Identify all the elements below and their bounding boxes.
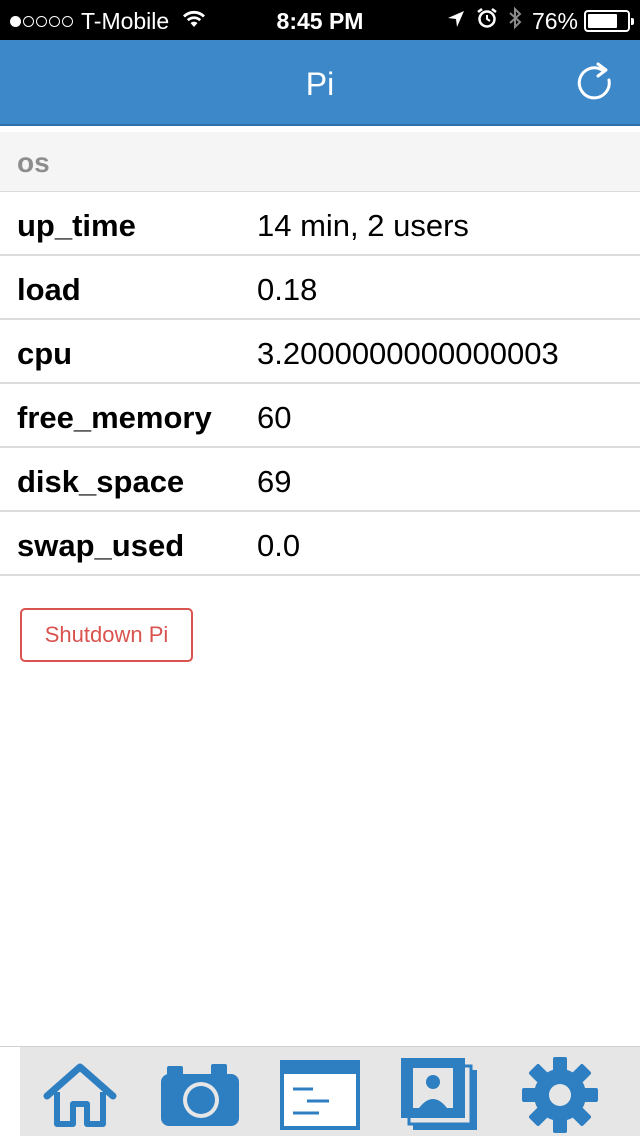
row-value: 60 xyxy=(257,400,292,435)
row-value: 69 xyxy=(257,464,292,499)
section-header-os: os xyxy=(0,132,640,192)
navigation-bar: Pi xyxy=(0,40,640,126)
home-icon xyxy=(43,1063,117,1127)
refresh-icon xyxy=(577,62,611,100)
page-title: Pi xyxy=(305,66,335,102)
table-row: free_memory 60 xyxy=(0,384,640,448)
system-info-table: up_time 14 min, 2 users load 0.18 cpu 3.… xyxy=(0,192,640,576)
row-key: free_memory xyxy=(17,400,212,435)
section-title: os xyxy=(17,147,50,178)
row-value: 3.2000000000000003 xyxy=(257,336,559,371)
battery-icon xyxy=(584,10,634,32)
tab-bar xyxy=(0,1046,640,1136)
bluetooth-icon xyxy=(508,6,522,36)
location-arrow-icon xyxy=(446,8,466,35)
row-key: cpu xyxy=(17,336,73,371)
alarm-clock-icon xyxy=(476,7,498,35)
console-icon xyxy=(280,1060,360,1130)
camera-icon xyxy=(161,1064,239,1126)
table-row: up_time 14 min, 2 users xyxy=(0,192,640,256)
row-value: 0.18 xyxy=(257,272,318,307)
tab-home[interactable] xyxy=(38,1055,122,1135)
tab-settings[interactable] xyxy=(518,1055,602,1135)
status-bar-right: 76% xyxy=(446,6,634,36)
row-key: up_time xyxy=(17,208,136,243)
table-row: load 0.18 xyxy=(0,256,640,320)
refresh-button[interactable] xyxy=(576,60,616,104)
table-row: cpu 3.2000000000000003 xyxy=(0,320,640,384)
tab-camera[interactable] xyxy=(158,1055,242,1135)
photo-gallery-icon xyxy=(401,1058,477,1130)
status-bar: T-Mobile 8:45 PM 76% xyxy=(0,0,640,40)
shutdown-button[interactable]: Shutdown Pi xyxy=(20,608,193,662)
row-key: load xyxy=(17,272,81,307)
tab-console[interactable] xyxy=(278,1055,362,1135)
row-key: disk_space xyxy=(17,464,185,499)
table-row: disk_space 69 xyxy=(0,448,640,512)
battery-percent: 76% xyxy=(531,7,578,34)
settings-gear-icon xyxy=(522,1057,598,1133)
table-row: swap_used 0.0 xyxy=(0,512,640,576)
row-key: swap_used xyxy=(17,528,185,563)
row-value: 14 min, 2 users xyxy=(257,208,469,243)
tab-gallery[interactable] xyxy=(398,1055,482,1135)
row-value: 0.0 xyxy=(257,528,301,563)
